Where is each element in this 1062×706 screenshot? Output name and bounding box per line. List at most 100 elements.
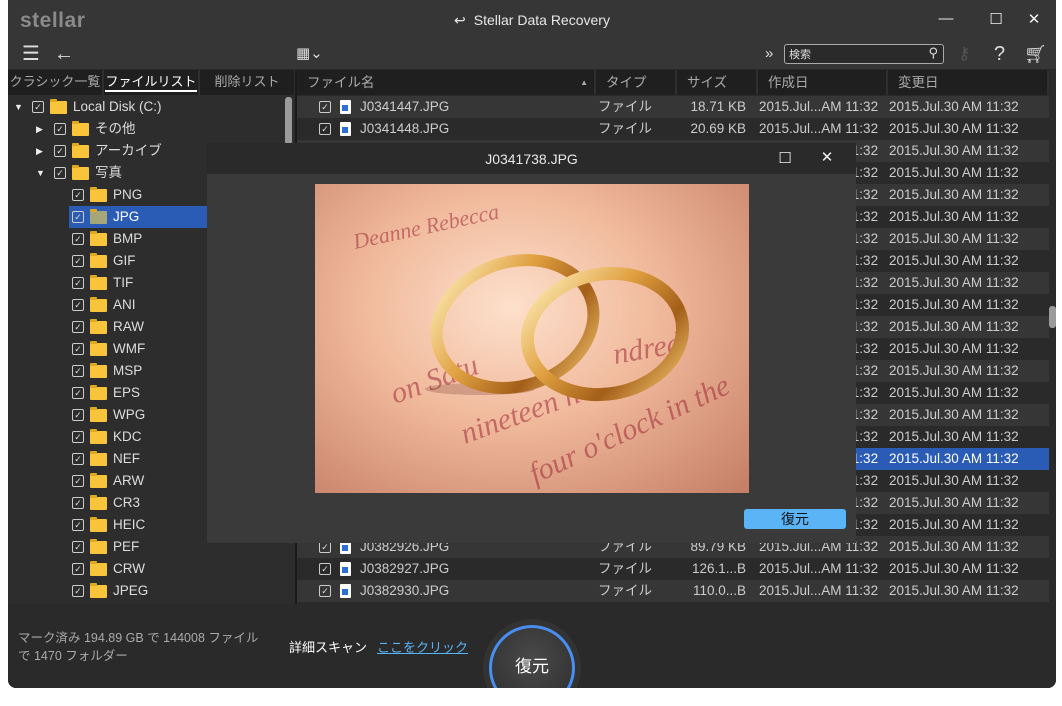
tree-item[interactable]: ✓ EPS (69, 382, 207, 404)
checkbox[interactable]: ✓ (72, 277, 84, 289)
close-button[interactable]: ✕ (1024, 10, 1044, 30)
preview-close-button[interactable]: ✕ (817, 148, 837, 168)
table-row[interactable]: ✓ J0341447.JPG ファイル 18.71 KB 2015.Jul...… (297, 96, 1049, 118)
maximize-button[interactable]: ☐ (986, 10, 1006, 30)
column-header-size[interactable]: サイズ (677, 70, 758, 95)
tree-item[interactable]: ✓ ANI (69, 294, 207, 316)
tree-item[interactable]: ✓ WPG (69, 404, 207, 426)
help-icon[interactable]: ? (994, 42, 1005, 66)
back-arrow-icon[interactable]: ← (54, 42, 74, 66)
tree-item[interactable]: ▶ ✓ その他 (8, 118, 295, 140)
minimize-button[interactable]: — (936, 10, 956, 30)
caret-down-icon[interactable]: ▼ (14, 96, 23, 118)
tree-item[interactable]: ✓ GIF (69, 250, 207, 272)
folder-icon (90, 341, 107, 356)
checkbox[interactable]: ✓ (72, 299, 84, 311)
tree-item[interactable]: ✓ TIF (69, 272, 207, 294)
checkbox[interactable]: ✓ (72, 497, 84, 509)
key-icon[interactable]: ⚷ (958, 42, 970, 66)
checkbox[interactable]: ✓ (54, 123, 66, 135)
view-grid-icon[interactable]: ▦⌄ (296, 42, 323, 66)
checkbox[interactable]: ✓ (319, 123, 331, 135)
checkbox[interactable]: ✓ (319, 101, 331, 113)
table-row[interactable]: ✓ J0382930.JPG ファイル 110.0...B 2015.Jul..… (297, 580, 1049, 602)
recover-button[interactable]: 復元 (489, 625, 575, 688)
checkbox[interactable]: ✓ (72, 453, 84, 465)
tree-item[interactable]: ✓ CR3 (69, 492, 207, 514)
tree-item[interactable]: ✓ JPEG (69, 580, 207, 602)
tree-item[interactable]: ✓ PNG (69, 184, 207, 206)
tree-item-label: ARW (113, 473, 145, 488)
modified-date: 2015.Jul.30 AM 11:32 (889, 143, 1019, 158)
checkbox[interactable]: ✓ (54, 167, 66, 179)
tree-item[interactable]: ✓ PEF (69, 536, 207, 558)
search-icon[interactable]: ⚲ (928, 45, 938, 61)
status-bar: マーク済み 194.89 GB で 144008 ファイルで 1470 フォルダ… (8, 604, 1056, 688)
checkbox[interactable]: ✓ (72, 233, 84, 245)
tree-item-label: PNG (113, 187, 143, 202)
tree-item[interactable]: ✓ CRW (69, 558, 207, 580)
image-text: Deanne Rebecca (350, 199, 501, 255)
column-header-name[interactable]: ファイル名 ▲ (297, 70, 596, 95)
checkbox[interactable]: ✓ (319, 563, 331, 575)
tree-item[interactable]: ✓ KDC (69, 426, 207, 448)
modified-date: 2015.Jul.30 AM 11:32 (889, 319, 1019, 334)
table-row[interactable]: ✓ J0341448.JPG ファイル 20.69 KB 2015.Jul...… (297, 118, 1049, 140)
tree-item[interactable]: ✓ NEF (69, 448, 207, 470)
image-file-icon (340, 584, 351, 598)
checkbox[interactable]: ✓ (54, 145, 66, 157)
caret-down-icon[interactable]: ▼ (36, 162, 45, 184)
menu-icon[interactable]: ☰ (22, 42, 40, 66)
column-header-modified[interactable]: 変更日 (888, 70, 1049, 95)
caret-right-icon[interactable]: ▶ (36, 118, 43, 140)
checkbox[interactable]: ✓ (32, 101, 44, 113)
tree-scrollbar[interactable] (285, 97, 292, 145)
folder-icon (90, 297, 107, 312)
checkbox[interactable]: ✓ (319, 585, 331, 597)
folder-icon (72, 121, 89, 136)
checkbox[interactable]: ✓ (72, 585, 84, 597)
modified-date: 2015.Jul.30 AM 11:32 (889, 517, 1019, 532)
preview-recover-button[interactable]: 復元 (744, 509, 846, 529)
tab-2[interactable]: 削除リスト (200, 70, 296, 95)
folder-icon (90, 385, 107, 400)
deep-scan-link[interactable]: ここをクリック (377, 640, 468, 655)
tab-1[interactable]: ファイルリスト (104, 70, 200, 95)
tree-item-label: RAW (113, 319, 144, 334)
tree-item[interactable]: ✓ RAW (69, 316, 207, 338)
checkbox[interactable]: ✓ (72, 343, 84, 355)
cart-icon[interactable]: 🛒︎ (1024, 42, 1047, 66)
checkbox[interactable]: ✓ (72, 255, 84, 267)
list-scrollbar[interactable] (1049, 306, 1056, 328)
checkbox[interactable]: ✓ (72, 475, 84, 487)
column-header-created[interactable]: 作成日 (758, 70, 888, 95)
search-box[interactable]: ⚲ (784, 44, 944, 64)
checkbox[interactable]: ✓ (72, 519, 84, 531)
tree-item-label: その他 (95, 121, 136, 136)
tab-0[interactable]: クラシック一覧 (8, 70, 104, 95)
tree-item[interactable]: ✓ HEIC (69, 514, 207, 536)
checkbox[interactable]: ✓ (72, 321, 84, 333)
tree-item[interactable]: ✓ BMP (69, 228, 207, 250)
search-input[interactable] (789, 49, 909, 61)
column-header-type[interactable]: タイプ (596, 70, 677, 95)
checkbox[interactable]: ✓ (72, 409, 84, 421)
preview-maximize-button[interactable]: ☐ (775, 149, 795, 169)
checkbox[interactable]: ✓ (72, 431, 84, 443)
checkbox[interactable]: ✓ (72, 563, 84, 575)
table-row[interactable]: ✓ J0382927.JPG ファイル 126.1...B 2015.Jul..… (297, 558, 1049, 580)
caret-right-icon[interactable]: ▶ (36, 140, 43, 162)
checkbox[interactable]: ✓ (72, 189, 84, 201)
file-size: 110.0...B (692, 583, 746, 598)
tree-item[interactable]: ✓ MSP (69, 360, 207, 382)
checkbox[interactable]: ✓ (72, 387, 84, 399)
expand-icon[interactable]: » (765, 42, 773, 66)
list-header: ファイル名 ▲ タイプ サイズ 作成日 変更日 (297, 70, 1049, 95)
tree-item[interactable]: ✓ JPG (69, 206, 207, 228)
tree-item[interactable]: ✓ WMF (69, 338, 207, 360)
checkbox[interactable]: ✓ (72, 365, 84, 377)
tree-item[interactable]: ▼ ✓ Local Disk (C:) (8, 96, 295, 118)
tree-item[interactable]: ✓ ARW (69, 470, 207, 492)
checkbox[interactable]: ✓ (72, 211, 84, 223)
checkbox[interactable]: ✓ (72, 541, 84, 553)
